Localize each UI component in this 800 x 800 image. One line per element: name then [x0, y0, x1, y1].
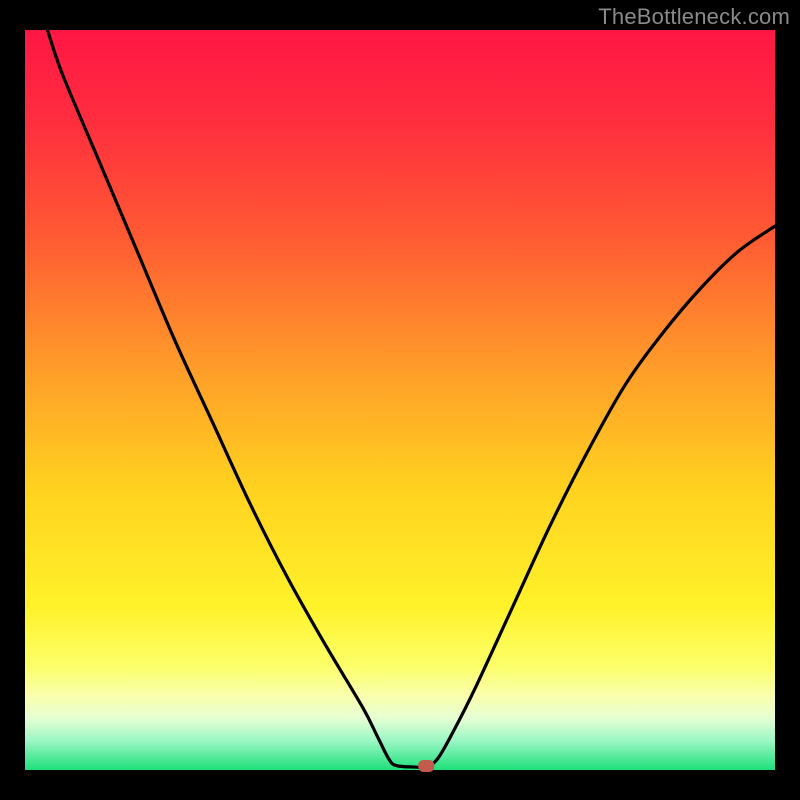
chart-canvas: [0, 0, 800, 800]
minimum-marker: [418, 760, 434, 772]
chart-frame: TheBottleneck.com: [0, 0, 800, 800]
plot-background: [25, 30, 775, 770]
